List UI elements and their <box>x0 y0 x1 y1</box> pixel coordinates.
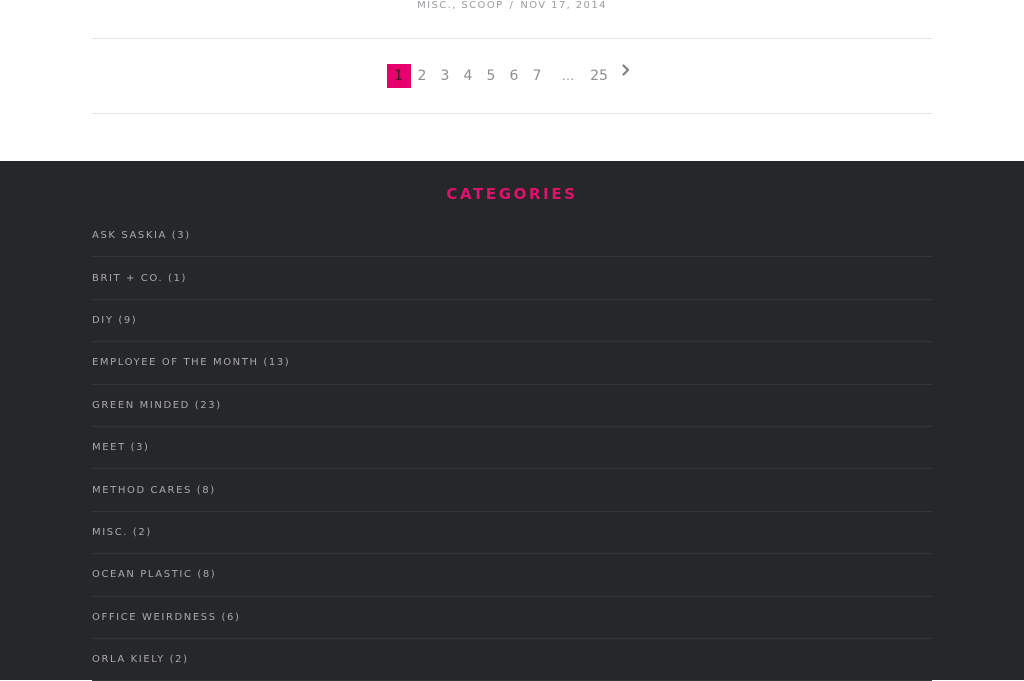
category-link[interactable]: ORLA KIELY (2) <box>92 654 189 665</box>
next-page-button[interactable] <box>615 64 638 88</box>
list-item: METHOD CARES (8) <box>92 469 932 512</box>
category-link-misc[interactable]: MISC. <box>417 0 452 11</box>
category-link[interactable]: DIY (9) <box>92 315 137 326</box>
page-link-3[interactable]: 3 <box>434 64 457 88</box>
category-link[interactable]: BRIT + CO. (1) <box>92 273 187 284</box>
page-link-5[interactable]: 5 <box>480 64 503 88</box>
page-link-2[interactable]: 2 <box>411 64 434 88</box>
page-ellipsis: … <box>562 69 574 83</box>
content-area: MISC., SCOOP / NOV 17, 2014 1 2 3 4 5 6 7 … <box>0 0 1024 161</box>
page-current: 1 <box>386 64 411 88</box>
list-item: EMPLOYEE OF THE MONTH (13) <box>92 342 932 385</box>
pagination: 1 2 3 4 5 6 7 … 25 <box>0 62 1024 90</box>
page-link-7[interactable]: 7 <box>526 64 549 88</box>
list-item: MEET (3) <box>92 427 932 470</box>
category-link[interactable]: EMPLOYEE OF THE MONTH (13) <box>92 357 290 368</box>
categories-title: CATEGORIES <box>446 185 578 203</box>
meta-separator: / <box>509 0 515 11</box>
divider-top <box>92 38 932 39</box>
category-link[interactable]: OFFICE WEIRDNESS (6) <box>92 612 240 623</box>
footer: CATEGORIES ASK SASKIA (3) BRIT + CO. (1)… <box>0 161 1024 681</box>
category-link[interactable]: MEET (3) <box>92 442 150 453</box>
post-meta: MISC., SCOOP / NOV 17, 2014 <box>417 0 607 11</box>
divider-bottom <box>92 113 932 114</box>
list-item: ASK SASKIA (3) <box>92 215 932 258</box>
category-link[interactable]: ASK SASKIA (3) <box>92 230 191 241</box>
category-link-scoop[interactable]: SCOOP <box>461 0 503 11</box>
page-link-4[interactable]: 4 <box>457 64 480 88</box>
list-item: OCEAN PLASTIC (8) <box>92 554 932 597</box>
category-link[interactable]: OCEAN PLASTIC (8) <box>92 569 216 580</box>
page-link-6[interactable]: 6 <box>503 64 526 88</box>
list-item: BRIT + CO. (1) <box>92 257 932 300</box>
list-item: DIY (9) <box>92 300 932 343</box>
page-link-last[interactable]: 25 <box>588 64 611 88</box>
list-item: GREEN MINDED (23) <box>92 385 932 427</box>
category-link[interactable]: GREEN MINDED (23) <box>92 400 222 411</box>
list-item: ORLA KIELY (2) <box>92 639 932 681</box>
category-link[interactable]: METHOD CARES (8) <box>92 485 216 496</box>
list-item: MISC. (2) <box>92 512 932 555</box>
category-link[interactable]: MISC. (2) <box>92 527 152 538</box>
categories-list: ASK SASKIA (3) BRIT + CO. (1) DIY (9) EM… <box>92 215 932 681</box>
post-date: NOV 17, 2014 <box>520 0 607 11</box>
list-item: OFFICE WEIRDNESS (6) <box>92 597 932 639</box>
chevron-right-icon <box>622 64 630 76</box>
